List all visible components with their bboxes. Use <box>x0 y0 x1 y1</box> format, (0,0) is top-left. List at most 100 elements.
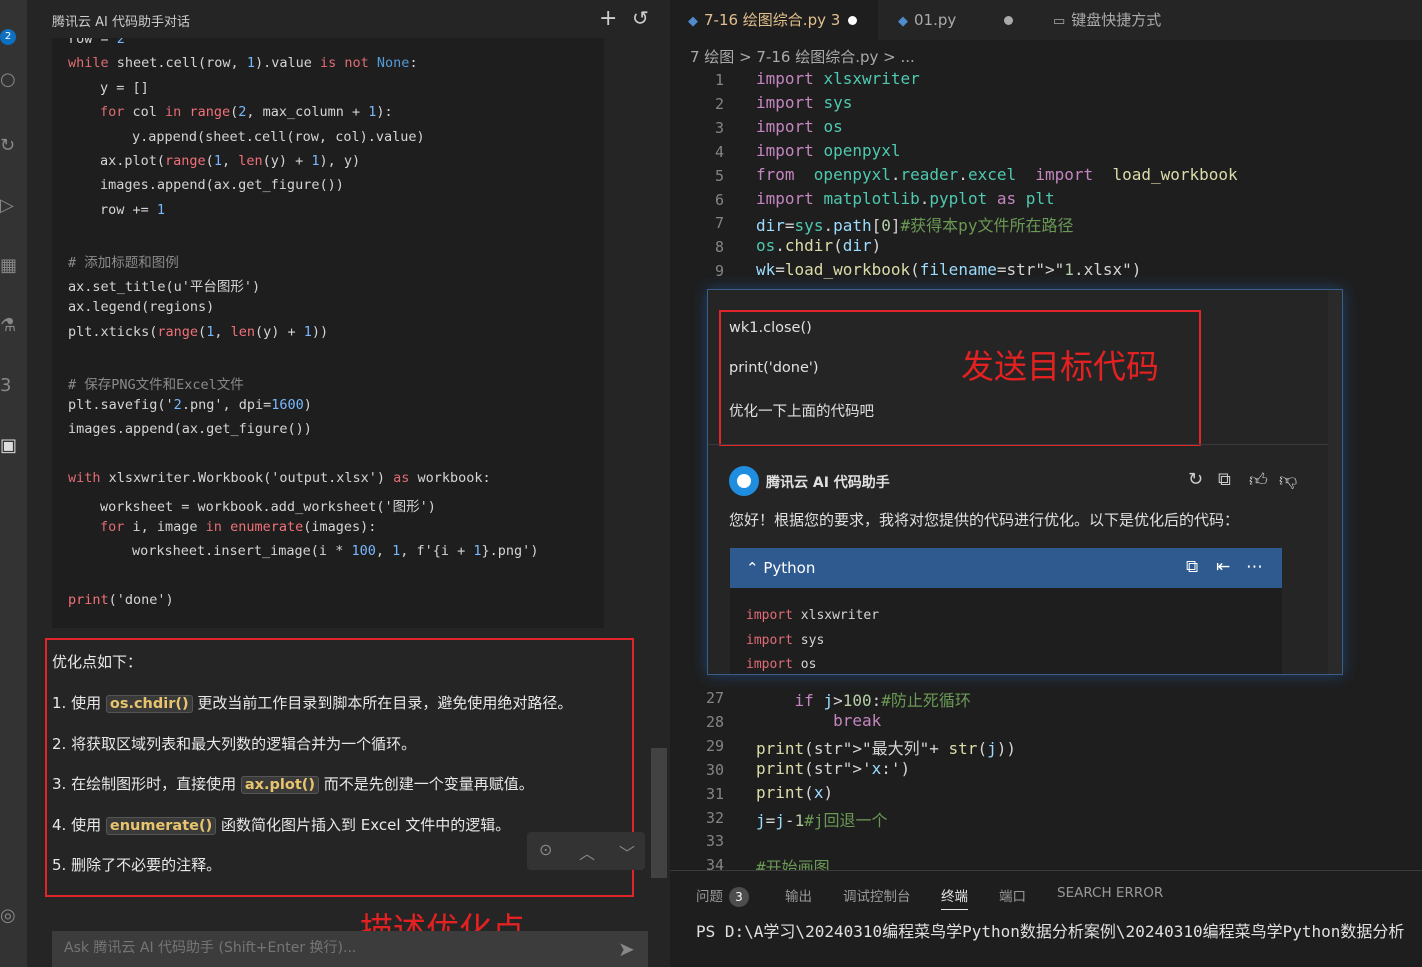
chevron-up-icon[interactable]: ︿ <box>579 840 595 864</box>
notification-badge: 2 <box>0 29 16 45</box>
tab-01-py[interactable]: ◆ 01.py <box>880 0 1035 40</box>
remote-icon[interactable]: 3 <box>0 377 16 395</box>
line-number: 29 <box>705 736 724 755</box>
insert-code-icon[interactable]: ⇤ <box>1216 557 1230 577</box>
code-block-header: ⌃ Python ⧉ ⇤ ⋯ <box>730 548 1282 588</box>
sent-line: wk1.close() <box>729 320 812 336</box>
tab-label: 01.py <box>914 11 957 29</box>
breadcrumb[interactable]: 7 绘图 > 7-16 绘图综合.py > ... <box>690 46 915 67</box>
line-number: 3 <box>714 118 724 137</box>
line-number: 4 <box>714 142 724 161</box>
code-line[interactable]: print(x) <box>756 783 833 802</box>
tab-ports[interactable]: 端口 <box>999 885 1026 905</box>
code-line[interactable]: import matplotlib.pyplot as plt <box>756 189 1055 208</box>
bot-avatar <box>729 466 759 496</box>
code-line: import os <box>746 657 817 672</box>
code-language[interactable]: ⌃ Python <box>746 559 815 577</box>
bot-name: 腾讯云 AI 代码助手 <box>766 475 890 491</box>
chat-scrollbar[interactable] <box>651 748 667 878</box>
line-number: 32 <box>705 808 724 827</box>
run-debug-icon[interactable]: ▷ <box>0 197 16 215</box>
code-line[interactable]: j=j-1#j回退一个 <box>756 807 887 831</box>
tab-problem-count: 3 <box>830 11 841 29</box>
unsaved-dot-icon <box>848 16 858 25</box>
code-line: # 添加标题和图例 <box>68 254 179 271</box>
line-number: 30 <box>705 760 724 779</box>
optimization-item: 1. 使用 os.chdir() 更改当前工作目录到脚本所在目录，避免使用绝对路… <box>52 694 573 713</box>
code-line[interactable]: import xlsxwriter <box>756 69 920 88</box>
editor-tabs: ◆ 7-16 绘图综合.py 3 ◆ 01.py ▭ 键盘快捷方式 <box>670 0 1422 40</box>
optimization-item: 5. 删除了不必要的注释。 <box>52 856 222 874</box>
account-icon[interactable]: ◎ <box>0 907 16 925</box>
message-nav: ⊙ ︿ ﹀ <box>527 832 645 870</box>
keyboard-icon: ▭ <box>1053 14 1066 29</box>
regenerate-icon[interactable]: ↻ <box>1188 469 1203 490</box>
copy-code-icon[interactable]: ⧉ <box>1186 557 1198 577</box>
more-icon[interactable]: ⋯ <box>1246 557 1263 577</box>
tab-output[interactable]: 输出 <box>785 885 812 905</box>
line-number: 6 <box>714 190 724 209</box>
line-number: 33 <box>705 832 724 851</box>
code-line[interactable]: import openpyxl <box>756 141 901 160</box>
code-line: row = 2 <box>68 38 125 47</box>
code-line: plt.savefig('2.png', dpi=1600) <box>68 397 312 413</box>
optimization-item: 3. 在绘制图形时，直接使用 ax.plot() 而不是先创建一个变量再赋值。 <box>52 775 534 794</box>
optimization-heading: 优化点如下： <box>52 653 143 671</box>
line-number: 5 <box>714 166 724 185</box>
new-chat-icon[interactable]: + <box>599 6 617 31</box>
scroll-top-icon[interactable]: ⊙ <box>539 840 552 859</box>
sent-line: 优化一下上面的代码吧 <box>729 404 874 420</box>
tab-problems[interactable]: 问题 3 <box>696 885 749 907</box>
code-line[interactable]: if j>100:#防止死循环 <box>756 687 971 711</box>
chat-input[interactable] <box>64 940 604 956</box>
code-line[interactable]: print(str">"最大列"+ str(j)) <box>756 735 1016 759</box>
code-line[interactable]: import sys <box>756 93 852 112</box>
python-file-icon: ◆ <box>688 14 698 29</box>
terminal-output[interactable]: PS D:\A学习\20240310编程菜鸟学Python数据分析案例\2024… <box>696 918 1404 942</box>
history-icon[interactable]: ↺ <box>632 6 649 30</box>
annotation-send-target-code: 发送目标代码 <box>961 347 1159 386</box>
search-icon[interactable]: ○ <box>0 71 16 89</box>
line-number: 27 <box>705 689 724 707</box>
code-line: import xlsxwriter <box>746 608 880 623</box>
code-line[interactable]: os.chdir(dir) <box>756 236 881 255</box>
code-line: row += 1 <box>100 201 166 218</box>
optimization-item: 4. 使用 enumerate() 函数简化图片插入到 Excel 文件中的逻辑… <box>52 815 511 835</box>
send-icon[interactable]: ➤ <box>618 937 635 961</box>
chat-input-box[interactable]: ➤ <box>52 931 648 967</box>
extensions-icon[interactable]: ▦ <box>0 257 17 275</box>
code-line[interactable]: dir=sys.path[0]#获得本py文件所在路径 <box>756 212 1073 236</box>
code-line[interactable]: break <box>756 711 881 730</box>
code-line: images.append(ax.get_figure()) <box>68 421 312 438</box>
line-number: 2 <box>714 94 724 113</box>
thumbs-up-icon[interactable]: 👍︎ <box>1249 469 1268 491</box>
line-number: 1 <box>714 71 724 89</box>
tab-terminal[interactable]: 终端 <box>941 885 968 910</box>
line-number: 8 <box>714 238 724 257</box>
code-line: # 保存PNG文件和Excel文件 <box>68 376 244 393</box>
tab-7-16-plot[interactable]: ◆ 7-16 绘图综合.py 3 <box>670 0 878 40</box>
tab-keyboard-shortcuts[interactable]: ▭ 键盘快捷方式 <box>1035 0 1205 40</box>
tab-debug-console[interactable]: 调试控制台 <box>843 885 911 905</box>
code-line: for col in range(2, max_column + 1): <box>100 104 393 121</box>
inline-code-chip: enumerate() <box>105 816 217 835</box>
ai-chat-icon[interactable]: ▣ <box>0 437 17 455</box>
source-control-icon[interactable]: ↻ <box>0 137 16 155</box>
optimization-item: 2. 将获取区域列表和最大列数的逻辑合并为一个循环。 <box>52 734 417 753</box>
ai-chat-popup: wk1.close() print('done') 优化一下上面的代码吧 发送目… <box>707 289 1343 675</box>
code-line: y = [] <box>100 79 149 96</box>
activity-bar: 2 ○ ↻ ▷ ▦ ⚗ 3 ▣ ◎ <box>0 0 27 967</box>
code-line[interactable]: wk=load_workbook(filename=str">"1.xlsx") <box>756 260 1141 279</box>
thumbs-down-icon[interactable]: 👎︎ <box>1279 469 1297 491</box>
chevron-down-icon[interactable]: ﹀ <box>619 840 635 864</box>
code-line[interactable]: import os <box>756 117 843 136</box>
problems-count-badge: 3 <box>729 887 749 907</box>
tab-search-error[interactable]: SEARCH ERROR <box>1057 885 1163 901</box>
code-line[interactable]: print(str">'x:') <box>756 759 910 778</box>
popup-scrollbar[interactable] <box>1328 290 1342 674</box>
code-line[interactable]: from openpyxl.reader.excel import load_w… <box>756 165 1238 184</box>
code-line: worksheet.insert_image(i * 100, 1, f'{i … <box>132 543 539 560</box>
copy-icon[interactable]: ⧉ <box>1218 469 1231 490</box>
testing-icon[interactable]: ⚗ <box>0 317 16 335</box>
inline-code-chip: os.chdir() <box>105 695 193 713</box>
